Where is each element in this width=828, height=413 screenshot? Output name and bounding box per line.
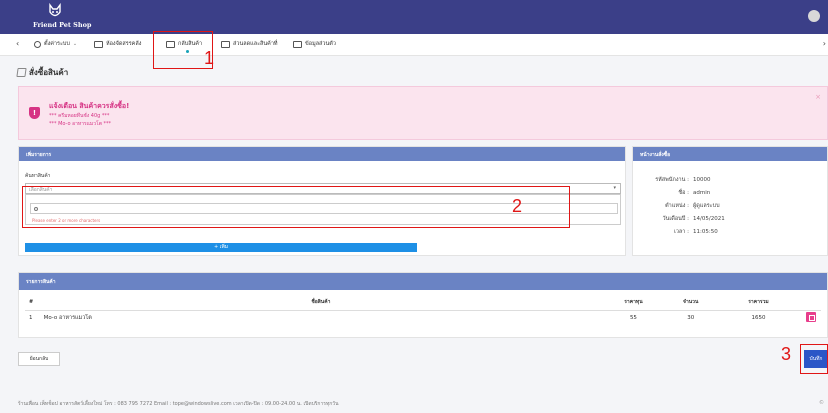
row-action — [800, 310, 821, 326]
top-header-bar: Friend Pet Shop — [0, 0, 828, 34]
nav-item-warehouse[interactable]: ห้องจัดสรรคลัง — [94, 40, 141, 48]
info-time: เวลา :11:05:50 — [673, 229, 718, 235]
delete-row-button[interactable] — [805, 312, 816, 323]
folder-icon — [94, 40, 103, 48]
grid-icon — [221, 40, 230, 48]
pet-logo-icon — [49, 3, 61, 17]
friend-pet-shop-logo[interactable]: Friend Pet Shop — [33, 3, 91, 29]
user-avatar[interactable] — [808, 10, 820, 22]
nav-item-label: ข้อมูลส่วนตัว — [305, 41, 336, 47]
annotation-box-2 — [22, 186, 570, 228]
add-item-panel-header: เพิ่มรายการ — [19, 147, 625, 161]
chevron-down-icon: ▾ — [613, 185, 616, 191]
footer-text: ร้านเพื่อน เพ็ทช็อป อาหารสัตว์เลี้ยงใหม่… — [18, 401, 339, 407]
nav-scroll-right-icon[interactable]: › — [823, 39, 826, 48]
table-header-row: # ชื่อสินค้า ราคาทุน จำนวน ราคารวม — [25, 294, 821, 311]
alert-title: แจ้งเตือน สินค้าควรสั่งซื้อ! — [49, 102, 130, 110]
folder-icon — [293, 40, 302, 48]
items-panel: รายการสินค้า # ชื่อสินค้า ราคาทุน จำนวน … — [18, 272, 828, 338]
nav-item-settings[interactable]: ตั้งค่าระบบ ⌄ — [34, 40, 77, 48]
column-header-qty: จำนวน — [664, 294, 717, 311]
order-info-panel-header: หน้างานสั่งซื้อ — [633, 147, 827, 161]
column-header-total: ราคารวม — [716, 294, 801, 311]
page-title: สั่งซื้อสินค้า — [16, 66, 69, 79]
order-info-panel: หน้างานสั่งซื้อ รหัสพนักงาน :10000 ชื่อ … — [632, 146, 828, 256]
column-header-name: ชื่อสินค้า — [39, 294, 603, 311]
close-icon[interactable]: × — [815, 93, 821, 101]
edit-icon — [16, 68, 27, 77]
chevron-down-icon: ⌄ — [72, 41, 78, 47]
row-name: Mo-o อาหารแมวโต — [43, 315, 92, 322]
alert-line: *** ครีมหอยทึนชั่ง 40g *** — [49, 113, 110, 119]
items-table: # ชื่อสินค้า ราคาทุน จำนวน ราคารวม 1 Mo-… — [25, 294, 821, 326]
row-cost: 55 — [629, 315, 637, 322]
row-qty[interactable]: 30 — [665, 310, 717, 326]
table-row: 1 Mo-o อาหารแมวโต 55 30 1650 — [25, 310, 821, 326]
row-no: 1 — [29, 315, 33, 322]
annotation-box-3 — [800, 344, 828, 374]
info-position: ตำแหน่ง : ผู้ดูแลระบบ — [665, 203, 720, 209]
alert-line: *** Mo-o อาหารแมวโต *** — [49, 121, 112, 127]
info-employee-id: รหัสพนักงาน :10000 — [655, 177, 711, 183]
row-total: 1650 — [751, 315, 766, 322]
info-name: ชื่อ : admin — [678, 190, 711, 196]
gear-icon — [34, 40, 41, 48]
column-header-no: # — [25, 294, 40, 311]
annotation-label-2: 2 — [512, 196, 523, 216]
nav-item-label: ห้องจัดสรรคลัง — [106, 41, 142, 47]
column-header-cost: ราคาทุน — [602, 294, 665, 311]
page-title-text: สั่งซื้อสินค้า — [29, 68, 69, 77]
add-item-button[interactable]: + เพิ่ม — [25, 243, 417, 252]
nav-scroll-left-icon[interactable]: ‹ — [16, 39, 19, 48]
nav-item-discounts[interactable]: ส่วนลดและสินค้าที่ — [221, 40, 278, 48]
shield-alert-icon: ! — [29, 107, 40, 119]
nav-item-label: ส่วนลดและสินค้าที่ — [233, 41, 278, 47]
annotation-label-3: 3 — [781, 344, 792, 364]
column-header-action — [800, 294, 821, 311]
annotation-label-1: 1 — [204, 48, 215, 68]
main-nav: ‹ ตั้งค่าระบบ ⌄ ห้องจัดสรรคลัง กลับสินค้… — [0, 34, 828, 56]
logo-text: Friend Pet Shop — [33, 21, 92, 29]
back-button[interactable]: ย้อนกลับ — [18, 352, 60, 366]
items-panel-header: รายการสินค้า — [19, 273, 827, 290]
footer-copyright: © — [819, 400, 824, 406]
info-date: วันเดือนปี :14/05/2021 — [662, 216, 725, 222]
nav-item-profile[interactable]: ข้อมูลส่วนตัว — [293, 40, 336, 48]
product-search-label: ค้นหาสินค้า — [25, 173, 51, 179]
reorder-alert: ! แจ้งเตือน สินค้าควรสั่งซื้อ! *** ครีมห… — [18, 86, 828, 140]
nav-item-label: ตั้งค่าระบบ — [44, 41, 70, 47]
